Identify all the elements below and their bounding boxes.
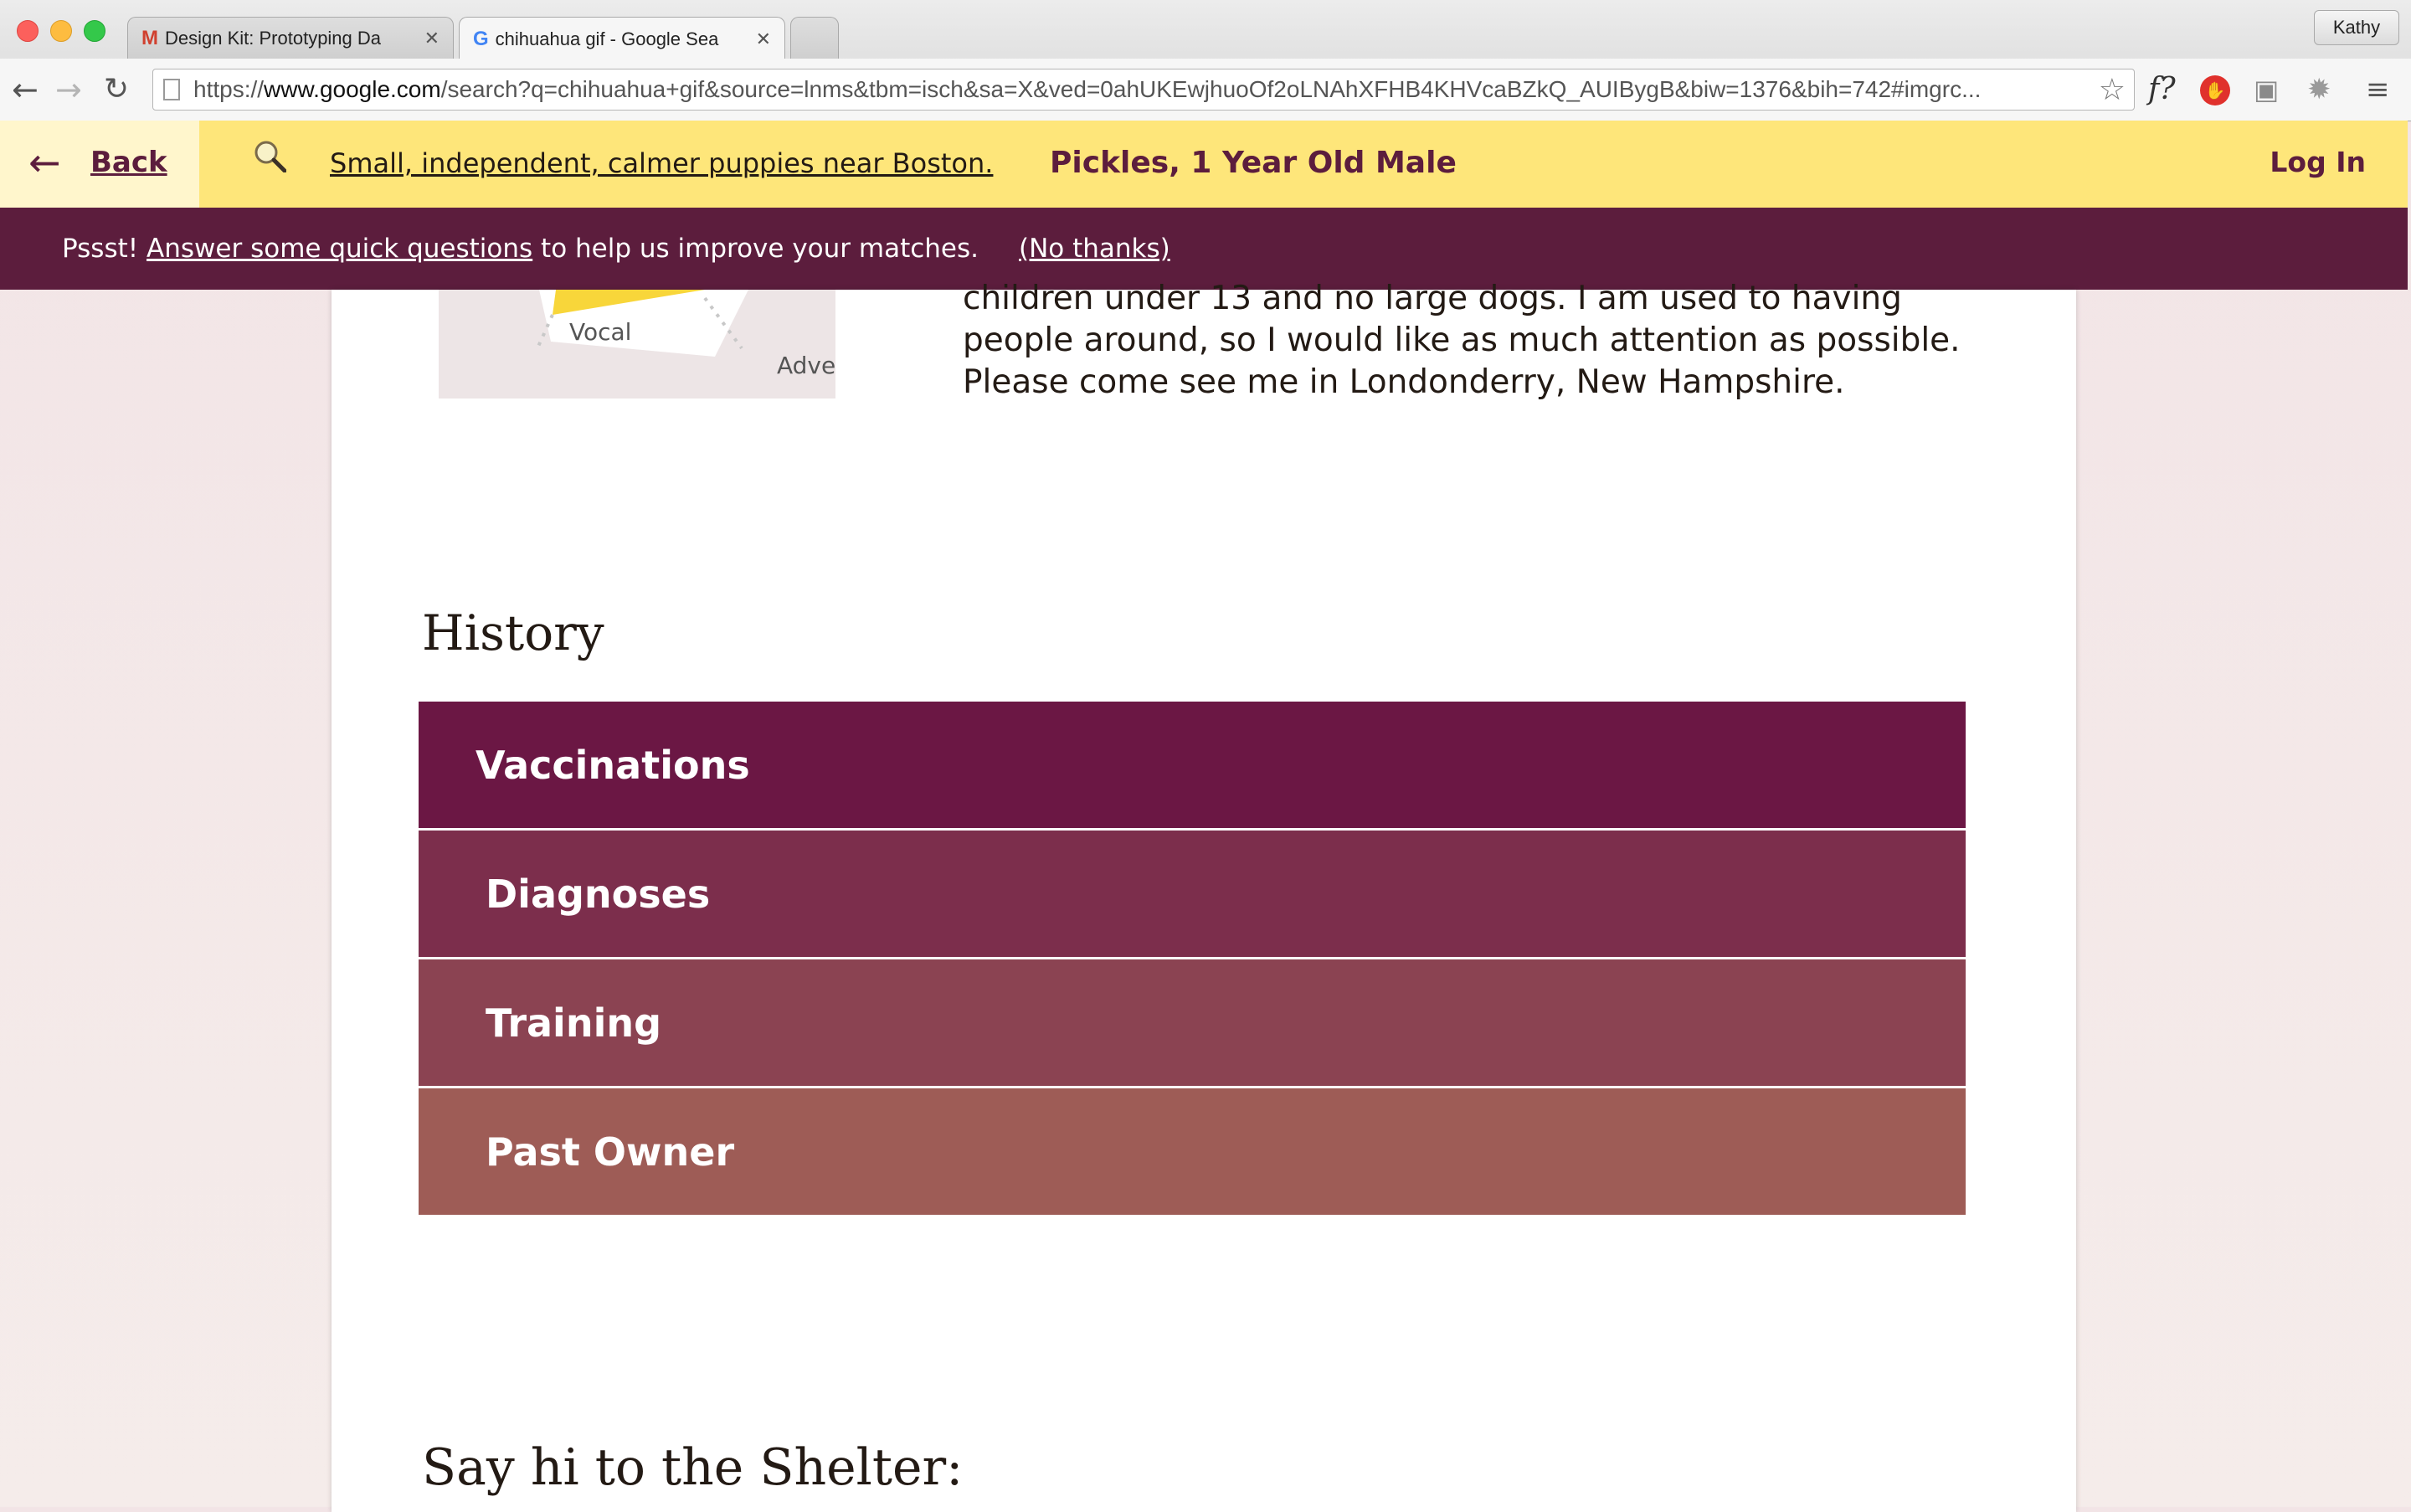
back-arrow-icon[interactable]: ← (28, 139, 61, 186)
close-window-button[interactable] (17, 20, 39, 42)
browser-tab-google-search[interactable]: G chihuahua gif - Google Sea ✕ (459, 17, 785, 60)
history-item-label: Vaccinations (476, 742, 750, 788)
gmail-icon: M (141, 26, 158, 49)
tab-title: chihuahua gif - Google Sea (495, 28, 719, 49)
menu-icon[interactable]: ≡ (2366, 70, 2390, 109)
history-heading: History (422, 604, 604, 661)
history-item-past-owner[interactable]: Past Owner (419, 1088, 1966, 1217)
dog-title: Pickles, 1 Year Old Male (1050, 146, 1457, 180)
browser-toolbar: ← → ↻ https://www.google.com/search?q=ch… (0, 59, 2411, 121)
login-link[interactable]: Log In (2270, 146, 2366, 178)
zoom-window-button[interactable] (84, 20, 105, 42)
extension-f-icon[interactable]: f? (2148, 70, 2176, 109)
browser-tab-gmail[interactable]: M Design Kit: Prototyping Da ✕ (127, 17, 454, 59)
trait-radar-chart: Vocal Adventurous (439, 290, 835, 399)
trait-label-adventurous: Adventurous (777, 352, 835, 379)
google-icon: G (473, 27, 489, 50)
dog-profile-card: Vocal Adventurous children under 13 and … (332, 280, 2076, 1512)
back-area: ← Back (0, 121, 199, 208)
no-thanks-link[interactable]: (No thanks) (1019, 234, 1170, 264)
search-summary-link[interactable]: Small, independent, calmer puppies near … (330, 147, 993, 179)
history-item-label: Diagnoses (486, 871, 711, 917)
history-item-diagnoses[interactable]: Diagnoses (419, 831, 1966, 959)
shelter-heading: Say hi to the Shelter: (422, 1438, 964, 1497)
history-item-label: Training (486, 1000, 662, 1046)
site-header: ← Back Small, independent, calmer puppie… (0, 121, 2408, 208)
history-item-vaccinations[interactable]: Vaccinations (419, 702, 1966, 831)
close-tab-icon[interactable]: ✕ (424, 28, 440, 49)
notice-suffix: to help us improve your matches. (532, 234, 979, 264)
notice-prefix: Pssst! (62, 234, 147, 264)
dog-description: children under 13 and no large dogs. I a… (963, 280, 1961, 401)
adblock-icon[interactable]: ✋ (2200, 75, 2230, 105)
trait-radar-shape (536, 290, 748, 357)
trait-label-vocal: Vocal (569, 318, 632, 346)
history-item-training[interactable]: Training (419, 959, 1966, 1088)
camera-icon[interactable]: ▣ (2254, 70, 2279, 109)
answer-questions-link[interactable]: Answer some quick questions (147, 234, 532, 264)
new-tab-button[interactable] (790, 17, 839, 59)
search-icon[interactable] (253, 139, 286, 172)
browser-forward-icon[interactable]: → (55, 69, 82, 111)
history-accordion: Vaccinations Diagnoses Training Past Own… (419, 702, 1966, 1217)
browser-chrome: M Design Kit: Prototyping Da ✕ G chihuah… (0, 0, 2411, 121)
bookmark-star-icon[interactable]: ☆ (2099, 72, 2126, 107)
tab-title: Design Kit: Prototyping Da (165, 27, 382, 49)
profile-button[interactable]: Kathy (2314, 10, 2399, 45)
gear-icon[interactable]: ✹ (2307, 70, 2331, 109)
history-item-label: Past Owner (486, 1129, 735, 1175)
reload-icon[interactable]: ↻ (104, 69, 129, 111)
url-text[interactable]: https://www.google.com/search?q=chihuahu… (193, 76, 2090, 103)
minimize-window-button[interactable] (50, 20, 72, 42)
browser-back-icon[interactable]: ← (12, 69, 39, 111)
address-bar[interactable]: https://www.google.com/search?q=chihuahu… (152, 69, 2135, 111)
close-tab-icon[interactable]: ✕ (756, 28, 771, 50)
back-link[interactable]: Back (90, 146, 167, 179)
page-icon (163, 79, 180, 100)
